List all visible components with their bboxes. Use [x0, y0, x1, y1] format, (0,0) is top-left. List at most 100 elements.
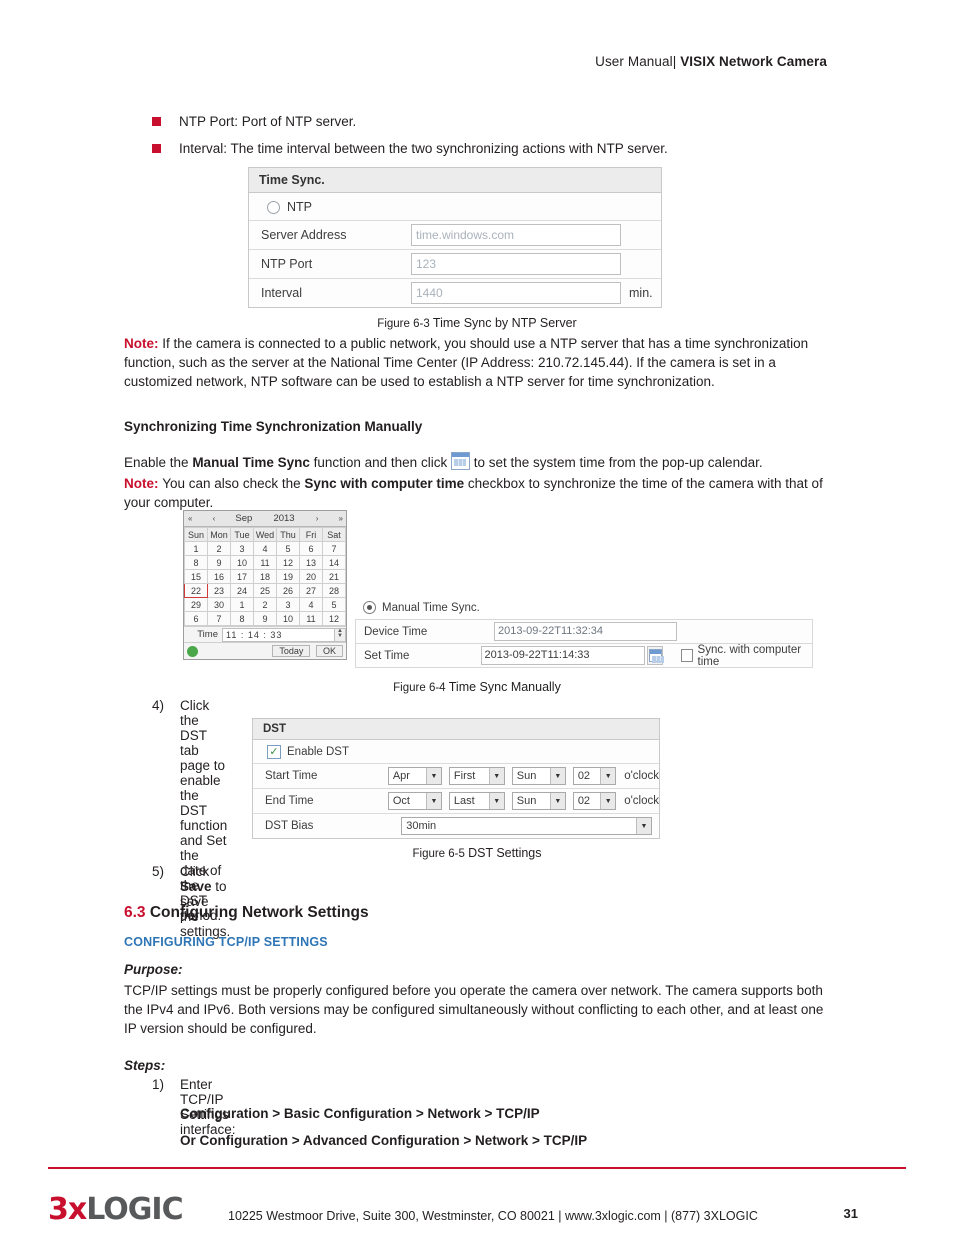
chevron-down-icon[interactable]: ▼ [600, 768, 616, 784]
chevron-down-icon[interactable]: ▼ [549, 768, 565, 784]
calendar-day[interactable]: 18 [253, 569, 277, 584]
start-hour-select[interactable]: 02 ▼ [572, 767, 617, 785]
calendar-day[interactable]: 12 [276, 555, 300, 570]
calendar-today-button[interactable]: Today [272, 645, 311, 657]
end-day-select[interactable]: Sun ▼ [511, 792, 566, 810]
calendar-ok-button[interactable]: OK [315, 645, 343, 657]
calendar-day-outside[interactable]: 11 [299, 611, 323, 626]
calendar-day-outside[interactable]: 7 [207, 611, 231, 626]
calendar-day[interactable]: 2 [207, 541, 231, 556]
calendar-day[interactable]: 23 [207, 583, 231, 598]
calendar-first-button[interactable]: « [188, 514, 193, 523]
calendar-day[interactable]: 5 [276, 541, 300, 556]
calendar-day[interactable]: 21 [322, 569, 346, 584]
calendar-day[interactable]: 14 [322, 555, 346, 570]
chevron-down-icon[interactable]: ▼ [488, 768, 504, 784]
note2-pre: You can also check the [162, 476, 305, 491]
calendar-picker-icon[interactable] [647, 646, 664, 665]
chevron-down-icon[interactable]: ▼ [549, 793, 565, 809]
calendar-day[interactable]: 9 [207, 555, 231, 570]
calendar-day[interactable]: 4 [253, 541, 277, 556]
calendar-day[interactable]: 28 [322, 583, 346, 598]
calendar-day[interactable]: 30 [207, 597, 231, 612]
calendar-widget[interactable]: « ‹ Sep 2013 › » Sun Mon Tue Wed Thu Fri… [183, 510, 347, 660]
set-time-input[interactable]: 2013-09-22T11:14:33 [480, 646, 646, 665]
calendar-last-button[interactable]: » [339, 514, 344, 523]
calendar-time-input[interactable]: 11 : 14 : 33 [222, 627, 335, 642]
enable-dst-row[interactable]: ✓ Enable DST [253, 740, 659, 764]
radio-button-icon[interactable] [267, 200, 280, 214]
server-address-input[interactable]: time.windows.com [411, 224, 621, 246]
weekday-header: Sun [184, 527, 208, 542]
calendar-day-outside[interactable]: 1 [230, 597, 254, 612]
calendar-day[interactable]: 3 [230, 541, 254, 556]
calendar-day[interactable]: 24 [230, 583, 254, 598]
calendar-day[interactable]: 7 [322, 541, 346, 556]
time-sync-panel-title: Time Sync. [249, 168, 661, 193]
ntp-port-input[interactable]: 123 [411, 253, 621, 275]
weekday-header: Thu [276, 527, 300, 542]
calendar-day[interactable]: 20 [299, 569, 323, 584]
calendar-week-row: 8 9 10 11 12 13 14 [184, 555, 346, 570]
manual-time-sync-radio-row[interactable]: Manual Time Sync. [355, 596, 813, 619]
page-number: 31 [843, 1206, 858, 1221]
calendar-day[interactable]: 29 [184, 597, 208, 612]
end-week-select[interactable]: Last ▼ [448, 792, 505, 810]
calendar-day-outside[interactable]: 6 [184, 611, 208, 626]
weekday-header: Mon [207, 527, 231, 542]
calendar-day[interactable]: 27 [299, 583, 323, 598]
calendar-next-button[interactable]: › [316, 514, 319, 523]
calendar-day-outside[interactable]: 4 [299, 597, 323, 612]
enable-bold: Manual Time Sync [192, 455, 310, 470]
calendar-prev-button[interactable]: ‹ [213, 514, 216, 523]
figure-6-4-caption: Figure 6-4 Time Sync Manually [0, 680, 954, 694]
spinner-arrows-icon[interactable]: ▲ ▼ [335, 627, 346, 642]
calendar-day[interactable]: 6 [299, 541, 323, 556]
calendar-day[interactable]: 11 [253, 555, 277, 570]
path2-pre: Or [180, 1133, 200, 1148]
calendar-day[interactable]: 17 [230, 569, 254, 584]
calendar-day-outside[interactable]: 12 [322, 611, 346, 626]
start-time-row: Start Time Apr ▼ First ▼ Sun ▼ 02 ▼ o'cl… [253, 764, 659, 789]
calendar-day[interactable]: 25 [253, 583, 277, 598]
interval-input[interactable]: 1440 [411, 282, 621, 304]
calendar-day[interactable]: 15 [184, 569, 208, 584]
calendar-day[interactable]: 26 [276, 583, 300, 598]
dst-bias-select[interactable]: 30min ▼ [401, 817, 652, 835]
note-text: If the camera is connected to a public n… [124, 336, 809, 390]
calendar-day[interactable]: 13 [299, 555, 323, 570]
start-week-select[interactable]: First ▼ [448, 767, 505, 785]
calendar-day-outside[interactable]: 5 [322, 597, 346, 612]
radio-selected-icon[interactable] [363, 601, 376, 614]
calendar-day-outside[interactable]: 10 [276, 611, 300, 626]
enable-mid: function and then click [309, 455, 451, 470]
calendar-day[interactable]: 16 [207, 569, 231, 584]
purpose-label: Purpose: [124, 962, 183, 977]
end-month-select[interactable]: Oct ▼ [387, 792, 442, 810]
chevron-down-icon[interactable]: ▼ [636, 818, 651, 834]
sync-computer-time-checkbox[interactable] [680, 649, 693, 662]
chevron-down-icon[interactable]: ▼ [425, 768, 441, 784]
start-month-select[interactable]: Apr ▼ [387, 767, 442, 785]
start-day-select[interactable]: Sun ▼ [511, 767, 566, 785]
calendar-month[interactable]: Sep [235, 513, 252, 524]
enable-dst-checkbox[interactable]: ✓ [267, 745, 281, 759]
calendar-day-outside[interactable]: 3 [276, 597, 300, 612]
weekday-header: Wed [253, 527, 277, 542]
calendar-day[interactable]: 1 [184, 541, 208, 556]
calendar-day[interactable]: 8 [184, 555, 208, 570]
calendar-day[interactable]: 10 [230, 555, 254, 570]
calendar-week-row: 22 23 24 25 26 27 28 [184, 583, 346, 598]
manual-sync-heading: Synchronizing Time Synchronization Manua… [124, 419, 423, 434]
chevron-down-icon[interactable]: ▼ [600, 793, 616, 809]
calendar-day-outside[interactable]: 8 [230, 611, 254, 626]
chevron-down-icon[interactable]: ▼ [488, 793, 504, 809]
chevron-down-icon[interactable]: ▼ [425, 793, 441, 809]
end-hour-select[interactable]: 02 ▼ [572, 792, 617, 810]
ntp-radio-row[interactable]: NTP [249, 193, 661, 221]
calendar-day-selected[interactable]: 22 [184, 583, 208, 598]
calendar-day-outside[interactable]: 9 [253, 611, 277, 626]
calendar-day-outside[interactable]: 2 [253, 597, 277, 612]
calendar-year[interactable]: 2013 [273, 513, 294, 524]
calendar-day[interactable]: 19 [276, 569, 300, 584]
